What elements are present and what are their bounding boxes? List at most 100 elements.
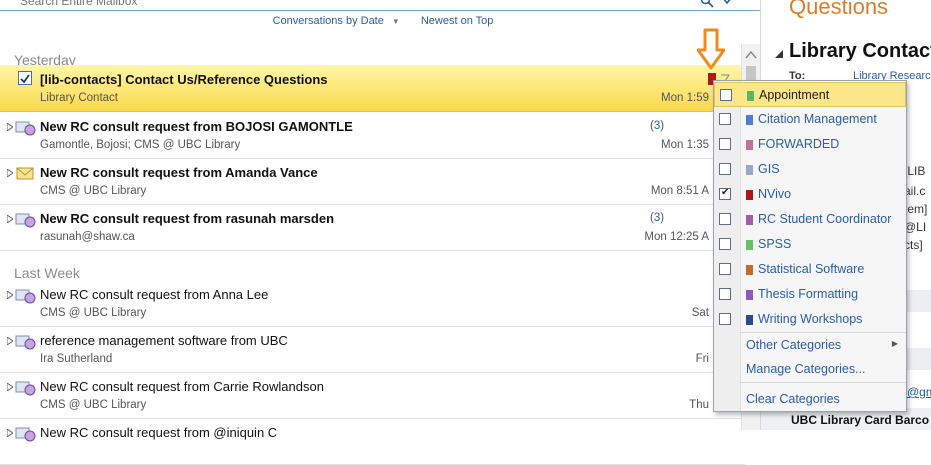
category-label: RC Student Coordinator — [758, 212, 892, 226]
message-row[interactable]: reference management software from UBC I… — [0, 326, 745, 373]
reading-pane-subject: Questions — [789, 0, 889, 19]
category-checkbox[interactable] — [719, 313, 731, 325]
conversation-icon — [15, 381, 36, 396]
group-header-last-week[interactable]: Last Week — [14, 265, 80, 281]
sort-bar: Conversations by Date ▼ Newest on Top — [0, 15, 760, 31]
category-checkbox[interactable] — [719, 238, 731, 250]
clear-categories-item[interactable]: Clear Categories — [714, 387, 906, 412]
conversation-count: (3) — [650, 212, 665, 224]
category-checkbox[interactable] — [719, 288, 731, 300]
expand-conversation-icon[interactable] — [7, 337, 13, 345]
other-categories-item[interactable]: Other Categories ▶ — [714, 333, 906, 358]
category-color-swatch-icon — [746, 140, 753, 150]
category-label: SPSS — [758, 237, 792, 251]
category-item[interactable]: Citation Management — [714, 107, 906, 132]
message-subject: New RC consult request from BOJOSI GAMON… — [40, 119, 353, 134]
category-item[interactable]: GIS — [714, 157, 906, 182]
category-item[interactable]: NVivo — [714, 182, 906, 207]
menu-separator — [740, 382, 906, 383]
search-bar — [0, 0, 760, 11]
collapse-triangle-icon[interactable] — [775, 50, 783, 58]
message-row[interactable]: New RC consult request from BOJOSI GAMON… — [0, 112, 745, 159]
category-checkbox[interactable] — [719, 163, 731, 175]
category-label: GIS — [758, 162, 780, 176]
category-checkbox[interactable] — [719, 213, 731, 225]
search-icon[interactable] — [700, 0, 714, 8]
category-checkbox[interactable] — [719, 113, 731, 125]
conversation-icon — [15, 213, 36, 228]
category-item[interactable]: Writing Workshops — [714, 307, 906, 332]
category-label: NVivo — [758, 187, 792, 201]
conversation-icon — [15, 121, 36, 136]
message-row[interactable]: New RC consult request from Carrie Rowla… — [0, 372, 745, 419]
check-icon — [20, 74, 30, 84]
category-checkbox[interactable] — [719, 263, 731, 275]
message-subject: New RC consult request from Anna Lee — [40, 287, 269, 302]
count-value: 3 — [653, 212, 661, 224]
category-label: Citation Management — [758, 112, 877, 126]
message-sender: CMS @ UBC Library — [40, 399, 147, 411]
expand-conversation-icon[interactable] — [7, 169, 13, 177]
expand-conversation-icon[interactable] — [7, 123, 13, 131]
reading-pane-sender: Library Contact — [789, 40, 931, 62]
category-label: Statistical Software — [758, 262, 865, 276]
category-color-swatch-icon — [746, 240, 753, 250]
message-subject: New RC consult request from rasunah mars… — [40, 211, 335, 226]
category-color-swatch-icon — [746, 315, 753, 325]
chevron-down-icon: ▼ — [391, 17, 400, 26]
message-row[interactable]: [lib-contacts] Contact Us/Reference Ques… — [0, 65, 745, 112]
category-label: Writing Workshops — [758, 312, 863, 326]
category-checkbox[interactable] — [719, 187, 731, 200]
message-sender: CMS @ UBC Library — [40, 307, 147, 319]
message-date: Mon 1:35 — [661, 139, 709, 151]
category-item[interactable]: FORWARDED — [714, 132, 906, 157]
message-row[interactable]: New RC consult request from Anna Lee CMS… — [0, 280, 745, 327]
expand-conversation-icon[interactable] — [7, 215, 13, 223]
message-date: Mon 12:25 A — [644, 231, 709, 243]
message-row[interactable]: New RC consult request from rasunah mars… — [0, 204, 745, 251]
arrange-by-dropdown[interactable]: Conversations by Date ▼ — [267, 15, 406, 27]
message-subject: New RC consult request from @iniquin C — [40, 425, 278, 440]
search-options-chevron-icon[interactable] — [722, 0, 732, 8]
expand-conversation-icon[interactable] — [7, 383, 13, 391]
category-label: Appointment — [759, 88, 830, 102]
message-subject: New RC consult request from Amanda Vance — [40, 165, 318, 180]
expand-conversation-icon[interactable] — [7, 291, 13, 299]
message-date: Mon 8:51 A — [650, 185, 709, 197]
message-date: Fri — [695, 353, 709, 365]
category-item[interactable]: RC Student Coordinator — [714, 207, 906, 232]
message-row[interactable]: New RC consult request from Amanda Vance… — [0, 158, 745, 205]
message-sender: Library Contact — [40, 92, 118, 104]
category-item[interactable]: Appointment — [714, 82, 906, 107]
scroll-up-arrow-icon[interactable] — [745, 50, 757, 60]
body-fragment: @LI — [904, 220, 927, 234]
row-select-checkbox[interactable] — [18, 71, 32, 85]
category-item[interactable]: SPSS — [714, 232, 906, 257]
search-input[interactable] — [18, 0, 682, 10]
expand-conversation-icon[interactable] — [7, 429, 13, 437]
other-categories-label: Other Categories — [746, 338, 842, 352]
category-label: Thesis Formatting — [758, 287, 859, 301]
category-checkbox[interactable] — [719, 138, 731, 150]
email-link[interactable]: @gm — [907, 385, 931, 399]
message-sender: CMS @ UBC Library — [40, 185, 147, 197]
message-sender: rasunah@shaw.ca — [40, 231, 135, 243]
message-subject: [lib-contacts] Contact Us/Reference Ques… — [40, 72, 328, 87]
body-fragment: ail.c — [904, 184, 926, 198]
conversation-icon — [15, 335, 36, 350]
category-color-swatch-icon — [746, 265, 753, 275]
category-checkbox[interactable] — [720, 89, 732, 101]
category-color-swatch-icon — [746, 165, 753, 175]
message-subject: reference management software from UBC — [40, 333, 288, 348]
conversation-icon — [15, 427, 36, 442]
category-item[interactable]: Statistical Software — [714, 257, 906, 282]
clear-categories-label: Clear Categories — [746, 392, 840, 406]
message-row[interactable]: New RC consult request from @iniquin C — [0, 418, 745, 465]
manage-categories-item[interactable]: Manage Categories... — [714, 357, 906, 382]
message-list: Yesterday [lib-contacts] Contact Us/Refe… — [0, 40, 745, 465]
message-sender: Gamontle, Bojosi; CMS @ UBC Library — [40, 139, 241, 151]
manage-categories-label: Manage Categories... — [746, 362, 866, 376]
sort-order-toggle[interactable]: Newest on Top — [421, 15, 494, 27]
category-item[interactable]: Thesis Formatting — [714, 282, 906, 307]
category-color-swatch-icon — [746, 190, 753, 200]
